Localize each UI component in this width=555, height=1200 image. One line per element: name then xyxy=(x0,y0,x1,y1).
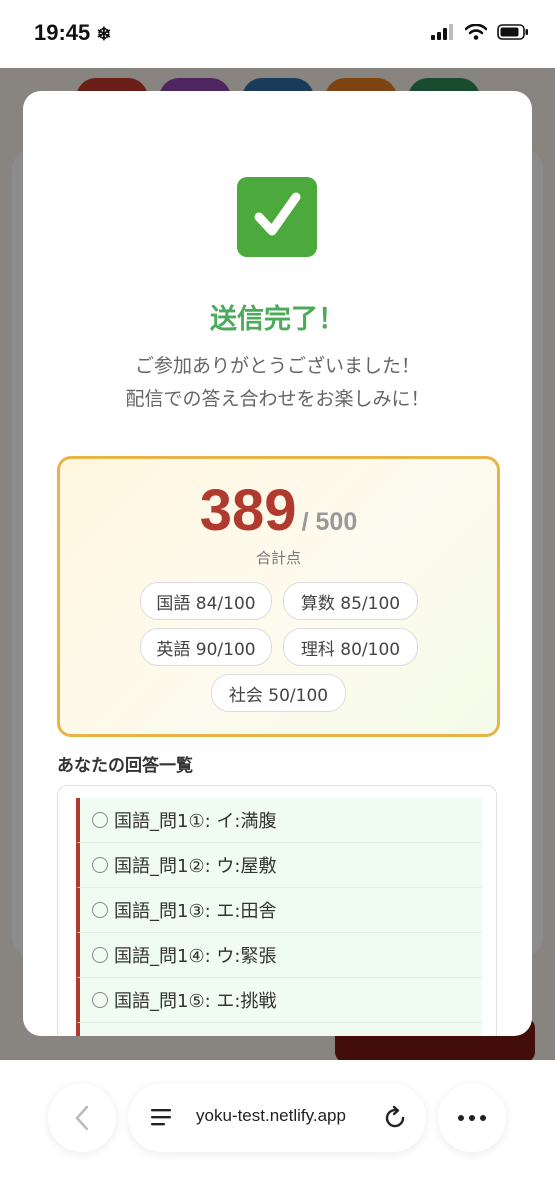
cellular-signal-icon xyxy=(431,24,453,40)
clock: 19:45 ❄ xyxy=(34,20,112,46)
score-summary: 389 / 500 合計点 国語 84/100 算数 85/100 英語 90/… xyxy=(57,456,500,737)
total-score-max: / 500 xyxy=(301,508,358,536)
answer-text: 国語_問1①: イ:満腹 xyxy=(114,811,277,832)
modal-title: 送信完了！ xyxy=(210,304,345,335)
answer-text: 国語_問1③: エ:田舎 xyxy=(114,901,277,922)
battery-icon xyxy=(497,24,528,40)
circle-mark-icon xyxy=(92,947,108,963)
reload-icon[interactable] xyxy=(382,1105,408,1131)
submission-complete-modal: 送信完了！ ご参加ありがとうございました！ 配信での答え合わせをお楽しみに！ 3… xyxy=(23,91,532,1036)
answer-text: 国語_問1②: ウ:屋敷 xyxy=(114,856,277,877)
subject-score-chip: 理科 80/100 xyxy=(283,628,418,666)
circle-mark-icon xyxy=(92,812,108,828)
total-score-label: 合計点 xyxy=(255,549,301,567)
thank-you-message: ご参加ありがとうございました！ xyxy=(134,355,420,377)
answer-text: 国語_問1⑤: エ:挑戦 xyxy=(114,991,277,1012)
more-options-button[interactable] xyxy=(438,1084,506,1152)
browser-toolbar: yoku-test.netlify.app xyxy=(0,1060,555,1200)
subject-score-chip: 社会 50/100 xyxy=(211,674,346,712)
chevron-left-icon xyxy=(75,1105,89,1131)
circle-mark-icon xyxy=(92,857,108,873)
answers-heading: あなたの回答一覧 xyxy=(57,756,193,776)
circle-mark-icon xyxy=(92,902,108,918)
answer-row: 国語_問1⑤: エ:挑戦 xyxy=(76,978,482,1023)
subject-score-chip: 国語 84/100 xyxy=(140,582,272,620)
subject-score-chip: 英語 90/100 xyxy=(140,628,272,666)
address-bar[interactable]: yoku-test.netlify.app xyxy=(128,1084,426,1152)
url-text: yoku-test.netlify.app xyxy=(196,1106,346,1125)
answer-row-partial xyxy=(76,1023,482,1036)
total-score-value: 389 xyxy=(199,478,297,543)
status-bar: 19:45 ❄ xyxy=(0,0,555,68)
more-dots-icon xyxy=(458,1115,486,1121)
answer-row: 国語_問1②: ウ:屋敷 xyxy=(76,843,482,888)
clock-time: 19:45 xyxy=(34,20,91,45)
checkmark-icon xyxy=(237,177,317,257)
page-menu-icon[interactable] xyxy=(150,1107,174,1129)
status-icons xyxy=(431,24,529,40)
wifi-icon xyxy=(465,24,487,40)
subject-score-chip: 算数 85/100 xyxy=(283,582,418,620)
answer-row: 国語_問1①: イ:満腹 xyxy=(76,798,482,843)
follow-up-message: 配信での答え合わせをお楽しみに！ xyxy=(125,388,430,410)
answer-row: 国語_問1④: ウ:緊張 xyxy=(76,933,482,978)
answer-row: 国語_問1③: エ:田舎 xyxy=(76,888,482,933)
answers-list[interactable]: 国語_問1①: イ:満腹 国語_問1②: ウ:屋敷 国語_問1③: エ:田舎 国… xyxy=(57,785,497,1036)
circle-mark-icon xyxy=(92,992,108,1008)
snowflake-icon: ❄ xyxy=(96,24,112,44)
answer-text: 国語_問1④: ウ:緊張 xyxy=(114,946,277,967)
total-score: 389 / 500 xyxy=(60,477,497,544)
back-button[interactable] xyxy=(48,1084,116,1152)
